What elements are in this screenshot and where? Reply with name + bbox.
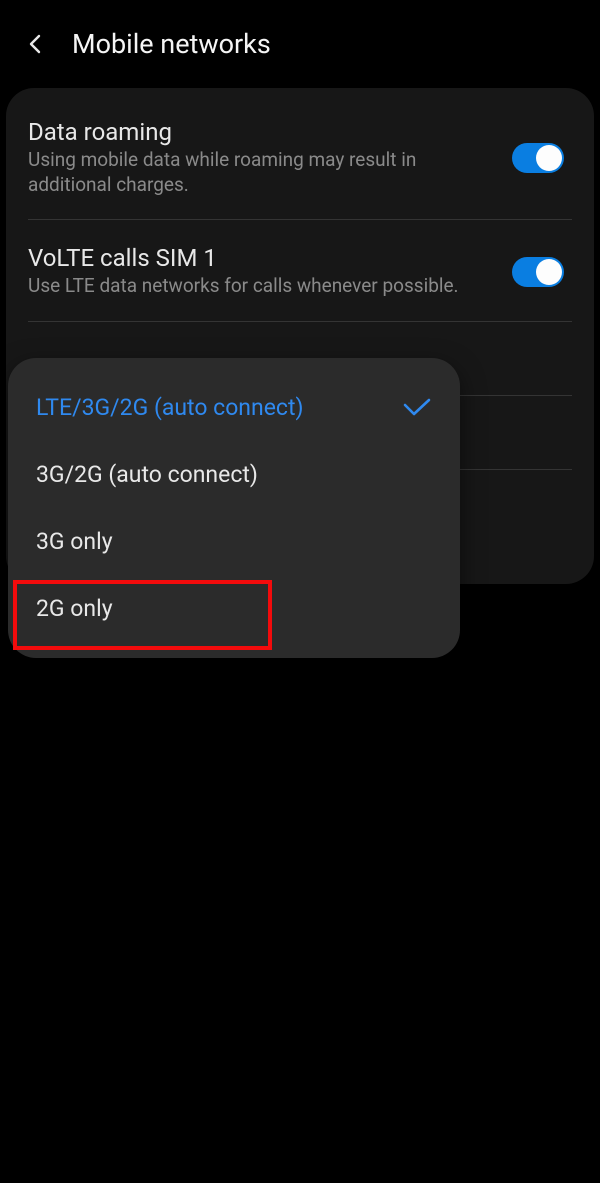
toggle-data-roaming[interactable] <box>512 143 564 173</box>
setting-text: VoLTE calls SIM 1 Use LTE data networks … <box>28 244 496 299</box>
network-mode-dropdown: LTE/3G/2G (auto connect) 3G/2G (auto con… <box>8 358 460 658</box>
page-title: Mobile networks <box>72 28 271 60</box>
back-icon[interactable] <box>24 32 48 56</box>
toggle-knob <box>536 259 562 285</box>
header: Mobile networks <box>0 0 600 80</box>
setting-text: Data roaming Using mobile data while roa… <box>28 118 496 197</box>
setting-title: Data roaming <box>28 118 496 146</box>
dropdown-option-3g-only[interactable]: 3G only <box>8 508 460 575</box>
toggle-volte[interactable] <box>512 257 564 287</box>
setting-volte[interactable]: VoLTE calls SIM 1 Use LTE data networks … <box>6 220 594 321</box>
setting-desc: Use LTE data networks for calls whenever… <box>28 274 496 299</box>
option-label: LTE/3G/2G (auto connect) <box>36 394 303 421</box>
toggle-knob <box>536 145 562 171</box>
setting-desc: Using mobile data while roaming may resu… <box>28 148 496 197</box>
dropdown-option-3g-2g[interactable]: 3G/2G (auto connect) <box>8 441 460 508</box>
option-label: 3G/2G (auto connect) <box>36 461 258 488</box>
checkmark-icon <box>402 398 432 418</box>
setting-title: VoLTE calls SIM 1 <box>28 244 496 272</box>
dropdown-option-lte-3g-2g[interactable]: LTE/3G/2G (auto connect) <box>8 374 460 441</box>
dropdown-option-2g-only[interactable]: 2G only <box>8 575 460 642</box>
option-label: 3G only <box>36 528 113 555</box>
setting-data-roaming[interactable]: Data roaming Using mobile data while roa… <box>6 94 594 219</box>
option-label: 2G only <box>36 595 113 622</box>
